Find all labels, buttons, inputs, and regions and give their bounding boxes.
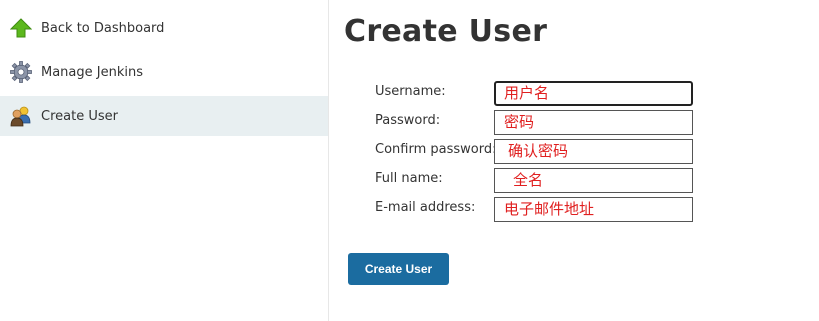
up-arrow-icon [10, 17, 32, 39]
create-user-button[interactable]: Create User [348, 253, 449, 285]
sidebar: Back to Dashboard Manage Jenkins Create … [0, 0, 329, 321]
sidebar-item-create-user[interactable]: Create User [0, 96, 328, 136]
full-name-label: Full name: [375, 171, 443, 186]
password-label: Password: [375, 113, 441, 128]
username-label: Username: [375, 84, 446, 99]
gear-icon [10, 61, 32, 83]
confirm-password-label: Confirm password: [375, 142, 497, 157]
password-field[interactable]: 密码 [494, 110, 693, 135]
sidebar-item-label: Create User [41, 108, 118, 124]
users-icon [10, 105, 32, 127]
confirm-password-field[interactable]: 确认密码 [494, 139, 693, 164]
sidebar-item-back-to-dashboard[interactable]: Back to Dashboard [0, 8, 328, 48]
page-title: Create User [344, 14, 548, 49]
sidebar-item-label: Manage Jenkins [41, 64, 143, 80]
email-field[interactable]: 电子邮件地址 [494, 197, 693, 222]
sidebar-item-label: Back to Dashboard [41, 20, 165, 36]
username-field[interactable]: 用户名 [494, 81, 693, 106]
email-label: E-mail address: [375, 200, 476, 215]
full-name-field[interactable]: 全名 [494, 168, 693, 193]
sidebar-item-manage-jenkins[interactable]: Manage Jenkins [0, 52, 328, 92]
